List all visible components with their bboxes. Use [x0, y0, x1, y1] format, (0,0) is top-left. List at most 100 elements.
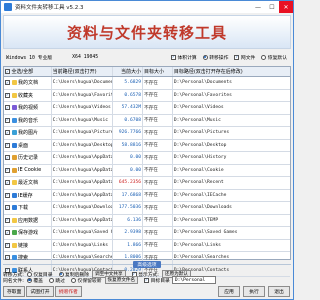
row-current-size: 2.9398: [113, 227, 144, 239]
table-row[interactable]: ✓ IE缓存 C:\Users\hugua\AppData\Local\M17.68…: [4, 189, 290, 202]
table-row[interactable]: ✓ 我的文档 C:\Users\hugua\Documents 5.6829 不存在 D:…: [4, 77, 290, 90]
row-current-path[interactable]: C:\Users\hugua\Downloads: [52, 202, 114, 214]
row-current-path[interactable]: C:\Users\hugua\Pictures: [52, 127, 114, 139]
row-name-cell[interactable]: ✓ 我的图片: [4, 127, 52, 139]
row-name-cell[interactable]: ✓ 链接: [4, 239, 52, 251]
table-row[interactable]: ✓ 我的音乐 C:\Users\hugua\Music 0.6708 不存在 D:\Per…: [4, 114, 290, 127]
row-checkbox[interactable]: ✓: [5, 180, 10, 186]
table-row[interactable]: ✓ 收藏夹 C:\Users\hugua\Favorites 0.6578 不存在 D:\…: [4, 89, 290, 102]
table-row[interactable]: ✓ 历史记录 C:\Users\hugua\AppData\Local\M0.00不…: [4, 152, 290, 165]
row-name-cell[interactable]: ✓ 最近文档: [4, 177, 52, 189]
row-name-cell[interactable]: ✓ IE缓存: [4, 189, 52, 201]
row-current-path[interactable]: C:\Users\hugua\AppData\Local\M: [52, 189, 114, 201]
row-current-path[interactable]: C:\Users\hugua\AppData\Local: [52, 214, 114, 226]
row-checkbox[interactable]: ✓: [5, 255, 10, 261]
row-checkbox[interactable]: ✓: [5, 80, 10, 86]
run-button[interactable]: 执行: [243, 285, 265, 297]
option-checkbox[interactable]: ✓: [170, 54, 176, 60]
row-target-path[interactable]: D:\Personal\Music: [173, 115, 290, 127]
row-current-path[interactable]: C:\Users\hugua\Favorites: [52, 89, 114, 101]
close-button[interactable]: ✕: [279, 1, 293, 13]
row-current-path[interactable]: C:\Users\hugua\Saved Games: [52, 227, 114, 239]
maximize-button[interactable]: ☐: [265, 1, 279, 13]
row-current-path[interactable]: C:\Users\hugua\Desktop: [52, 139, 114, 151]
row-name-cell[interactable]: ✓ 收藏夹: [4, 89, 52, 101]
row-checkbox[interactable]: ✓: [5, 167, 10, 173]
same-opt-newer[interactable]: 仅保留较新: [71, 277, 102, 284]
table-row[interactable]: ✓ 桌面 C:\Users\hugua\Desktop 58.8816 不存在 D:\Pe…: [4, 139, 290, 152]
same-opt-skip[interactable]: 跳过: [48, 277, 65, 284]
row-target-status: 不存在: [143, 89, 173, 101]
row-checkbox[interactable]: ✓: [5, 242, 10, 248]
folder-icon: [11, 217, 17, 223]
row-name-cell[interactable]: ✓ 我的文档: [4, 77, 52, 89]
same-opt-overwrite[interactable]: 覆盖: [26, 277, 43, 284]
table-row[interactable]: ✓ 保存游戏 C:\Users\hugua\Saved Games2.9398不存在…: [4, 227, 290, 240]
apply-button[interactable]: 应用: [218, 285, 240, 297]
option-radio[interactable]: [261, 54, 267, 60]
row-checkbox[interactable]: ✓: [5, 205, 10, 211]
row-target-path[interactable]: D:\Personal\Desktop: [173, 140, 290, 152]
advanced-options-button[interactable]: 高级选项: [133, 261, 161, 268]
row-current-path[interactable]: C:\Users\hugua\Music: [52, 114, 114, 126]
row-name-cell[interactable]: ✓ 保存游戏: [4, 227, 52, 239]
row-name-cell[interactable]: ✓ 桌面: [4, 139, 52, 151]
table-row[interactable]: ✓ 最近文档 C:\Users\hugua\AppData\Roamin645.23…: [4, 177, 290, 190]
row-name-cell[interactable]: ✓ IE Cookie: [4, 164, 52, 176]
select-all-checkbox[interactable]: ✓: [5, 69, 10, 74]
row-target-path[interactable]: D:\Personal\IECache: [173, 190, 290, 202]
try-open-button[interactable]: 试图打开: [26, 285, 54, 297]
option-3[interactable]: 恢复默认: [261, 54, 287, 61]
row-checkbox[interactable]: ✓: [5, 92, 10, 98]
option-radio[interactable]: [202, 54, 208, 60]
row-target-path[interactable]: D:\Personal\Recent: [173, 177, 290, 189]
table-row[interactable]: ✓ 链接 C:\Users\hugua\Links 1.866 不存在 D:\Person…: [4, 239, 290, 252]
row-current-path[interactable]: C:\Users\hugua\AppData\Local\M: [52, 152, 114, 164]
row-checkbox[interactable]: ✓: [5, 117, 10, 123]
row-target-path[interactable]: D:\Personal\Favorites: [173, 90, 290, 102]
row-target-path[interactable]: D:\Personal\Links: [173, 240, 290, 252]
option-checkbox[interactable]: ✓: [234, 54, 240, 60]
row-target-path[interactable]: D:\Personal\TEMP: [173, 215, 290, 227]
row-target-path[interactable]: D:\Personal\Pictures: [173, 127, 290, 139]
row-current-path[interactable]: C:\Users\hugua\Links: [52, 239, 114, 251]
restore-filename-button[interactable]: 恢复原文件名: [104, 276, 139, 284]
row-target-path[interactable]: D:\Personal\Videos: [173, 102, 290, 114]
donate-button[interactable]: 捐赠作者: [54, 285, 82, 297]
same-name-label: 同名文件:: [3, 278, 24, 284]
target-dir-input[interactable]: D:\Personal: [171, 276, 216, 284]
row-current-path[interactable]: C:\Users\hugua\AppData\Local\M: [52, 164, 114, 176]
row-checkbox[interactable]: ✓: [5, 142, 10, 148]
row-checkbox[interactable]: ✓: [5, 192, 10, 198]
option-2[interactable]: ✓ 网文件: [234, 54, 255, 61]
row-name-cell[interactable]: ✓ 历史记录: [4, 152, 52, 164]
row-target-path[interactable]: D:\Personal\Documents: [173, 77, 290, 89]
row-target-path[interactable]: D:\Personal\Cookie: [173, 165, 290, 177]
row-checkbox[interactable]: ✓: [5, 105, 10, 111]
row-checkbox[interactable]: ✓: [5, 230, 10, 236]
row-name-cell[interactable]: ✓ 应用数据: [4, 214, 52, 226]
table-row[interactable]: ✓ 我的视频 C:\Users\hugua\Videos 57.432M 不存在 D:\P…: [4, 102, 290, 115]
exit-button[interactable]: 退出: [268, 285, 290, 297]
row-current-path[interactable]: C:\Users\hugua\AppData\Roamin: [52, 177, 114, 189]
table-row[interactable]: ✓ 我的图片 C:\Users\hugua\Pictures 926.7766 不存在 D…: [4, 127, 290, 140]
table-row[interactable]: ✓ 下载 C:\Users\hugua\Downloads 177.5036 不存在 D:…: [4, 202, 290, 215]
row-current-path[interactable]: C:\Users\hugua\Videos: [52, 102, 114, 114]
row-checkbox[interactable]: ✓: [5, 155, 10, 161]
row-target-path[interactable]: D:\Personal\Saved Games: [173, 227, 290, 239]
minimize-button[interactable]: —: [251, 1, 265, 13]
table-row[interactable]: ✓ 应用数据 C:\Users\hugua\AppData\Local6.136不存…: [4, 214, 290, 227]
header-select-all[interactable]: ✓ 全选/全部: [4, 67, 52, 76]
save-desktop-button[interactable]: 存取面: [3, 285, 26, 297]
option-1[interactable]: 转移操作: [202, 54, 228, 61]
row-current-path[interactable]: C:\Users\hugua\Documents: [52, 77, 114, 89]
row-name-cell[interactable]: ✓ 我的视频: [4, 102, 52, 114]
row-target-path[interactable]: D:\Personal\Downloads: [173, 202, 290, 214]
option-0[interactable]: ✓ 体积计算: [170, 54, 197, 61]
row-name-cell[interactable]: ✓ 我的音乐: [4, 114, 52, 126]
row-target-path[interactable]: D:\Personal\History: [173, 152, 290, 164]
row-name-cell[interactable]: ✓ 下载: [4, 202, 52, 214]
table-row[interactable]: ✓ IE Cookie C:\Users\hugua\AppData\Local\M…: [4, 164, 290, 177]
row-checkbox[interactable]: ✓: [5, 217, 10, 223]
row-checkbox[interactable]: ✓: [5, 130, 10, 136]
